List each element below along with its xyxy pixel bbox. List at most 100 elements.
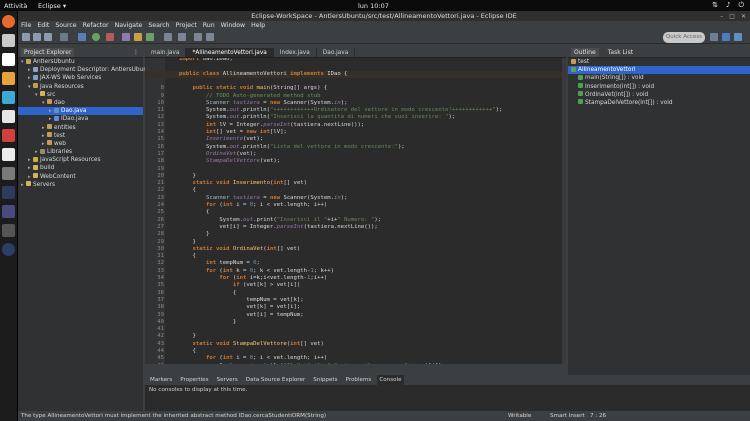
- explorer-item[interactable]: ▸ Deployment Descriptor: AntlersUbunt: [18, 66, 149, 74]
- explorer-item[interactable]: ▸ web: [18, 140, 143, 148]
- code-line[interactable]: 38 vet[k] = vet[i];: [145, 304, 566, 311]
- software-icon[interactable]: [2, 129, 15, 142]
- code-line[interactable]: 22 {: [145, 187, 566, 194]
- tab-main-java[interactable]: main.java: [145, 48, 187, 57]
- eclipse-icon[interactable]: [2, 205, 15, 218]
- project-explorer-header[interactable]: Project Explorer ⋮: [18, 48, 143, 58]
- code-line[interactable]: 32 int tempNum = 0;: [145, 260, 566, 267]
- new-java-project-icon[interactable]: [122, 33, 130, 41]
- explorer-item[interactable]: ▸ build: [18, 164, 143, 172]
- source-code[interactable]: import dao.IDao; public class Allineament…: [145, 58, 566, 364]
- save-all-icon[interactable]: [44, 33, 52, 41]
- menu-search[interactable]: Search: [148, 21, 169, 31]
- editor-scrollbar[interactable]: [562, 58, 566, 364]
- search-icon[interactable]: [178, 33, 186, 41]
- tab-allineamento-vettori[interactable]: *AllineamentoVettori.java: [186, 48, 274, 57]
- outline-item[interactable]: main(String[]) : void: [568, 74, 750, 82]
- code-line[interactable]: 27 vet[i] = Integer.parseInt(tastiera.ne…: [145, 224, 566, 231]
- save-icon[interactable]: [33, 33, 41, 41]
- explorer-item[interactable]: ▸ test: [18, 132, 143, 140]
- code-line[interactable]: 19: [145, 166, 566, 173]
- code-line[interactable]: 44 {: [145, 348, 566, 355]
- explorer-item[interactable]: ▸ Libraries: [18, 148, 143, 156]
- explorer-item[interactable]: ▸ JAX-WS Web Services: [18, 74, 143, 82]
- outline-item[interactable]: OrdinaVet(int[]) : void: [568, 91, 750, 99]
- code-line[interactable]: 21 static void Inserimento(int[] vet): [145, 180, 566, 187]
- open-type-icon[interactable]: [164, 33, 172, 41]
- code-line[interactable]: 24 for (int i = 0; i < vet.length; i++): [145, 202, 566, 209]
- debug-icon[interactable]: [78, 33, 86, 41]
- tab-index-java[interactable]: Index.java: [274, 48, 317, 57]
- code-line[interactable]: 28 }: [145, 231, 566, 238]
- code-line[interactable]: [145, 63, 566, 70]
- explorer-item[interactable]: ▾ dao: [18, 99, 143, 107]
- code-line[interactable]: 13 int lV = Integer.parseInt(tastiera.ne…: [145, 122, 566, 129]
- code-line[interactable]: 8 public static void main(String[] args)…: [145, 85, 566, 92]
- vscode-icon[interactable]: [2, 186, 15, 199]
- code-line[interactable]: 35 if (vet[k] > vet[i]): [145, 282, 566, 289]
- code-line[interactable]: 36 {: [145, 290, 566, 297]
- menu-project[interactable]: Project: [176, 21, 197, 31]
- outline-item[interactable]: StampaDelVettore(int[]) : void: [568, 99, 750, 107]
- code-line[interactable]: 20 }: [145, 173, 566, 180]
- code-line[interactable]: public class AllineamentoVettori impleme…: [145, 70, 566, 78]
- bottom-tab-properties[interactable]: Properties: [178, 375, 210, 385]
- outline-item[interactable]: Inserimento(int[]) : void: [568, 83, 750, 91]
- code-line[interactable]: 45 for (int i = 0; i < vet.length; i++): [145, 355, 566, 362]
- network-icon[interactable]: ⇅: [712, 1, 718, 10]
- outline-item[interactable]: test: [568, 58, 750, 66]
- code-line[interactable]: 15 Inserimento(vet);: [145, 136, 566, 143]
- eclipse-running-icon[interactable]: [2, 243, 15, 256]
- code-line[interactable]: 30 static void OrdinaVet(int[] vet): [145, 246, 566, 253]
- explorer-item[interactable]: ▾ AntlersUbuntu: [18, 58, 143, 66]
- server-icon[interactable]: [60, 33, 68, 41]
- music-icon[interactable]: [2, 91, 15, 104]
- code-line[interactable]: 12 System.out.println("Inserisci la quan…: [145, 114, 566, 121]
- bottom-tab-servers[interactable]: Servers: [215, 375, 240, 385]
- menu-navigate[interactable]: Navigate: [115, 21, 143, 31]
- office-icon[interactable]: [2, 110, 15, 123]
- explorer-item[interactable]: ▾ src: [18, 91, 143, 99]
- java-ee-perspective-icon[interactable]: [722, 33, 730, 41]
- browser-icon[interactable]: [2, 15, 15, 28]
- maximize-icon[interactable]: □: [729, 12, 735, 22]
- power-icon[interactable]: ⏻: [738, 1, 744, 10]
- explorer-item[interactable]: ▾ Java Resources: [18, 83, 143, 91]
- minimize-icon[interactable]: –: [720, 12, 723, 22]
- help-icon[interactable]: [2, 167, 15, 180]
- code-line[interactable]: 26 System.out.print("Inserisci il "+i+" …: [145, 217, 566, 224]
- code-line[interactable]: 17 OrdinaVet(vet);: [145, 151, 566, 158]
- volume-icon[interactable]: ♪: [726, 1, 730, 10]
- new-package-icon[interactable]: [134, 33, 142, 41]
- code-line[interactable]: 29 }: [145, 239, 566, 246]
- code-line[interactable]: 25 {: [145, 209, 566, 216]
- bottom-tab-problems[interactable]: Problems: [344, 375, 374, 385]
- tab-task-list[interactable]: Task List: [605, 48, 636, 57]
- project-explorer-tab[interactable]: Project Explorer: [21, 48, 75, 57]
- menu-edit[interactable]: Edit: [37, 21, 49, 31]
- app-menu-button[interactable]: Eclipse ▾: [38, 2, 66, 10]
- external-tools-icon[interactable]: [106, 33, 114, 41]
- run-icon[interactable]: [92, 33, 100, 41]
- close-icon[interactable]: ✕: [741, 12, 746, 22]
- code-line[interactable]: 40 }: [145, 319, 566, 326]
- prev-edit-icon[interactable]: [194, 33, 202, 41]
- code-line[interactable]: 42 }: [145, 333, 566, 340]
- code-line[interactable]: 18 StampaDelVettore(vet);: [145, 158, 566, 165]
- code-line[interactable]: 39 vet[i] = tempNum;: [145, 312, 566, 319]
- explorer-item[interactable]: ▸ entities: [18, 124, 143, 132]
- new-class-icon[interactable]: [146, 33, 154, 41]
- menu-help[interactable]: Help: [251, 21, 265, 31]
- bottom-tab-snippets[interactable]: Snippets: [311, 375, 339, 385]
- terminal-icon[interactable]: [2, 224, 15, 237]
- code-line[interactable]: [145, 78, 566, 85]
- menu-file[interactable]: File: [21, 21, 31, 31]
- code-line[interactable]: 23 Scanner tastiera = new Scanner(System…: [145, 195, 566, 202]
- code-editor[interactable]: main.java *AllineamentoVettori.java Inde…: [145, 48, 566, 364]
- amazon-icon[interactable]: [2, 148, 15, 161]
- explorer-item[interactable]: ▸ JavaScript Resources: [18, 156, 143, 164]
- view-menu-icon[interactable]: ⋮: [133, 48, 139, 58]
- system-tray[interactable]: ⇅ ♪ ⏻: [712, 1, 744, 10]
- code-line[interactable]: 37 tempNum = vet[k];: [145, 297, 566, 304]
- menu-run[interactable]: Run: [203, 21, 215, 31]
